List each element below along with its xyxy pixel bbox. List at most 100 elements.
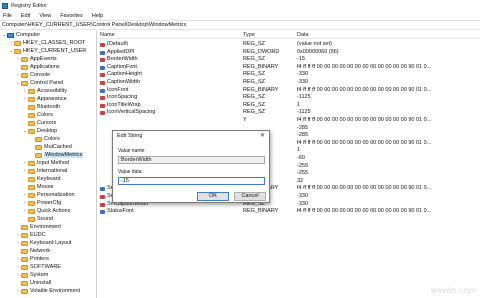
folder-icon xyxy=(35,152,42,158)
tree-item-label: Uninstall xyxy=(30,280,52,286)
folder-icon xyxy=(28,208,35,214)
value-row[interactable]: Yf4 ff ff ff 00 00 00 00 00 00 00 00 00 … xyxy=(98,117,480,125)
tree-item[interactable]: ⌄ Desktop xyxy=(22,127,57,135)
menu-edit[interactable]: Edit xyxy=(21,13,30,19)
string-value-icon xyxy=(100,58,105,63)
binary-value-icon xyxy=(100,50,105,55)
tree-item[interactable]: › HKEY_CLASSES_ROOT xyxy=(8,39,85,47)
value-data: (value not set) xyxy=(297,41,332,47)
value-data: f4 ff ff ff 00 00 00 00 00 00 00 00 00 0… xyxy=(297,117,432,123)
value-row[interactable]: CaptionWidth REG_SZ -330 xyxy=(98,79,480,87)
tree-item[interactable]: › Quick Actions xyxy=(22,207,70,215)
value-data: 1 xyxy=(297,147,301,154)
tree-item[interactable]: › Console xyxy=(15,71,50,79)
menu-view[interactable]: View xyxy=(39,13,51,19)
value-row[interactable]: AppliedDPI REG_DWORD 0x00000060 (96) xyxy=(98,49,480,57)
tree-item[interactable]: › Volatile Environment xyxy=(15,287,80,295)
tree-item[interactable]: ⌄ HKEY_CURRENT_USER xyxy=(8,47,86,55)
tree-item[interactable]: Uninstall xyxy=(15,279,51,287)
tree-item[interactable]: › Personalization xyxy=(22,191,74,199)
folder-icon xyxy=(28,160,35,166)
list-header: Name Type Data xyxy=(98,31,480,39)
binary-value-icon xyxy=(100,187,105,192)
ok-button[interactable]: OK xyxy=(197,192,229,201)
tree-item[interactable]: › Keyboard Layout xyxy=(15,239,71,247)
folder-icon xyxy=(35,136,42,142)
folder-icon xyxy=(28,200,35,206)
tree-item-label: Quick Actions xyxy=(37,208,71,214)
folder-icon xyxy=(28,88,35,94)
tree-item[interactable]: Colors xyxy=(22,111,53,119)
value-row[interactable]: IconSpacing REG_SZ -1125 xyxy=(98,94,480,102)
cancel-button[interactable]: Cancel xyxy=(234,192,266,201)
menu-file[interactable]: File xyxy=(3,13,12,19)
value-row[interactable]: CaptionHeight REG_SZ -330 xyxy=(98,71,480,79)
tree-item-label: Cursors xyxy=(37,120,57,126)
value-data: -1125 xyxy=(297,109,311,116)
column-header-name[interactable]: Name xyxy=(100,32,115,38)
folder-icon xyxy=(28,104,35,110)
folder-icon xyxy=(28,112,35,118)
tree-item[interactable]: › Appearance xyxy=(22,95,67,103)
tree-item[interactable]: › EUDC xyxy=(15,231,45,239)
value-data: -255 xyxy=(297,162,309,169)
value-row[interactable]: IconFont REG_BINARY f4 ff ff ff 00 00 00 0… xyxy=(98,87,480,95)
tree-item[interactable]: › Printers xyxy=(15,255,49,263)
tree-item-label: Network xyxy=(30,248,51,254)
string-value-icon xyxy=(100,73,105,78)
value-data-input[interactable]: -15 xyxy=(118,177,265,185)
value-data: 1 xyxy=(297,101,301,108)
value-row[interactable]: IconVerticalSpacing REG_SZ -1125 xyxy=(98,109,480,117)
value-row[interactable]: (Default) REG_SZ (value not set) xyxy=(98,41,480,49)
tree-item[interactable]: › Accessibility xyxy=(22,87,67,95)
tree-item[interactable]: Sound xyxy=(22,215,53,223)
tree-item[interactable]: › System xyxy=(15,271,48,279)
value-data: 0x00000060 (96) xyxy=(297,48,339,55)
close-icon[interactable]: ✕ xyxy=(260,132,265,139)
tree-item[interactable]: WindowMetrics xyxy=(29,151,84,159)
tree-item[interactable]: › SOFTWARE xyxy=(15,263,61,271)
tree-item[interactable]: ⌄ Computer xyxy=(1,31,40,39)
folder-icon xyxy=(21,72,28,78)
folder-icon xyxy=(28,184,35,190)
column-header-data[interactable]: Data xyxy=(297,32,309,38)
tree-item[interactable]: › Input Method xyxy=(22,159,69,167)
tree-item[interactable]: › AppEvents xyxy=(15,55,56,63)
menu-favorites[interactable]: Favorites xyxy=(60,13,83,19)
tree-item[interactable]: Keyboard xyxy=(22,175,61,183)
value-row[interactable]: StatusFont REG_BINARY f4 ff ff ff 00 00 00… xyxy=(98,208,480,216)
value-row[interactable]: BorderWidth REG_SZ -15 xyxy=(98,56,480,64)
tree-item[interactable]: Mouse xyxy=(22,183,54,191)
tree-item[interactable]: MuiCached xyxy=(29,143,72,151)
value-data: -15 xyxy=(297,56,305,63)
menu-bar: File Edit View Favorites Help xyxy=(0,11,480,20)
value-row[interactable]: IconTitleWrap REG_SZ 1 xyxy=(98,102,480,110)
tree-item[interactable]: Network xyxy=(15,247,50,255)
tree-item[interactable]: Applications xyxy=(15,63,60,71)
tree-item-label: Environment xyxy=(30,224,61,230)
menu-help[interactable]: Help xyxy=(92,13,103,19)
value-row[interactable]: CaptionFont REG_BINARY f4 ff ff ff 00 00 0… xyxy=(98,64,480,72)
address-bar[interactable]: Computer\HKEY_CURRENT_USER\Control Panel… xyxy=(0,20,480,30)
value-data: -330 xyxy=(297,193,309,199)
tree-item-label: Computer xyxy=(16,32,41,38)
value-type: REG_DWORD xyxy=(243,48,280,55)
tree-item[interactable]: › PowerCfg xyxy=(22,199,61,207)
tree-item[interactable]: Colors xyxy=(29,135,60,143)
tree-item[interactable]: Cursors xyxy=(22,119,56,127)
value-data: -60 xyxy=(297,155,305,161)
tree-item-label: Colors xyxy=(44,136,60,142)
value-type: REG_SZ xyxy=(243,41,266,47)
folder-icon xyxy=(21,232,28,238)
tree-item[interactable]: Environment xyxy=(15,223,61,231)
tree-item[interactable]: ⌄ Control Panel xyxy=(15,79,63,87)
folder-icon xyxy=(28,192,35,198)
value-name: StatusFont xyxy=(107,208,134,215)
column-header-type[interactable]: Type xyxy=(243,32,255,38)
tree-item[interactable]: › International xyxy=(22,167,67,175)
tree-item-label: PowerCfg xyxy=(37,200,62,206)
tree-item[interactable]: Bluetooth xyxy=(22,103,60,111)
folder-icon xyxy=(28,176,35,182)
address-path[interactable]: Computer\HKEY_CURRENT_USER\Control Panel… xyxy=(2,22,186,28)
folder-icon xyxy=(21,80,28,86)
